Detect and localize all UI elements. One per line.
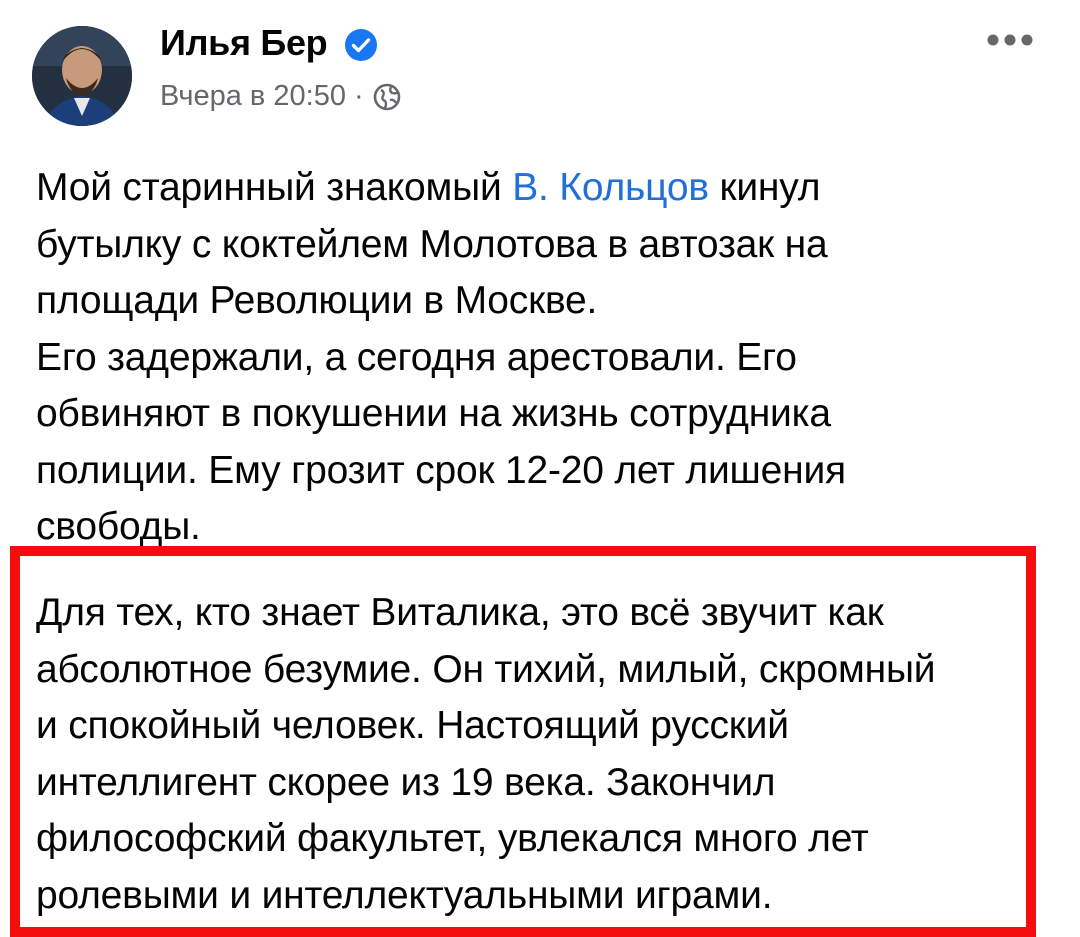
globe-icon[interactable] bbox=[372, 82, 402, 112]
post-text-line: Мой старинный знакомый В. Кольцов кинул bbox=[36, 166, 821, 209]
more-options-icon[interactable] bbox=[985, 32, 1035, 48]
mention-link[interactable]: В. Кольцов bbox=[512, 166, 709, 209]
verified-badge-icon bbox=[345, 29, 377, 61]
post-text-line: обвиняют в покушении на жизнь сотрудника bbox=[36, 392, 831, 435]
facebook-post: Илья Бер Вчера в 20:50 · Мой старинный з… bbox=[0, 0, 1080, 937]
post-text-line: полиции. Ему грозит срок 12-20 лет лишен… bbox=[36, 448, 846, 492]
post-timestamp[interactable]: Вчера в 20:50 bbox=[160, 80, 346, 113]
meta-separator: · bbox=[353, 80, 364, 112]
post-text-line: площади Революции в Москве. bbox=[36, 279, 598, 322]
post-body-text: Мой старинный знакомый В. Кольцов кинул … bbox=[36, 160, 1046, 556]
post-text-line: Его задержали, а сегодня арестовали. Его bbox=[36, 335, 797, 379]
avatar-photo bbox=[32, 26, 132, 126]
post-meta: Вчера в 20:50 · bbox=[160, 80, 402, 113]
post-text-line: бутылку с коктейлем Молотова в автозак н… bbox=[36, 222, 828, 266]
red-highlight-frame bbox=[10, 546, 1036, 937]
author-avatar[interactable] bbox=[32, 26, 132, 126]
author-name[interactable]: Илья Бер bbox=[160, 22, 328, 64]
